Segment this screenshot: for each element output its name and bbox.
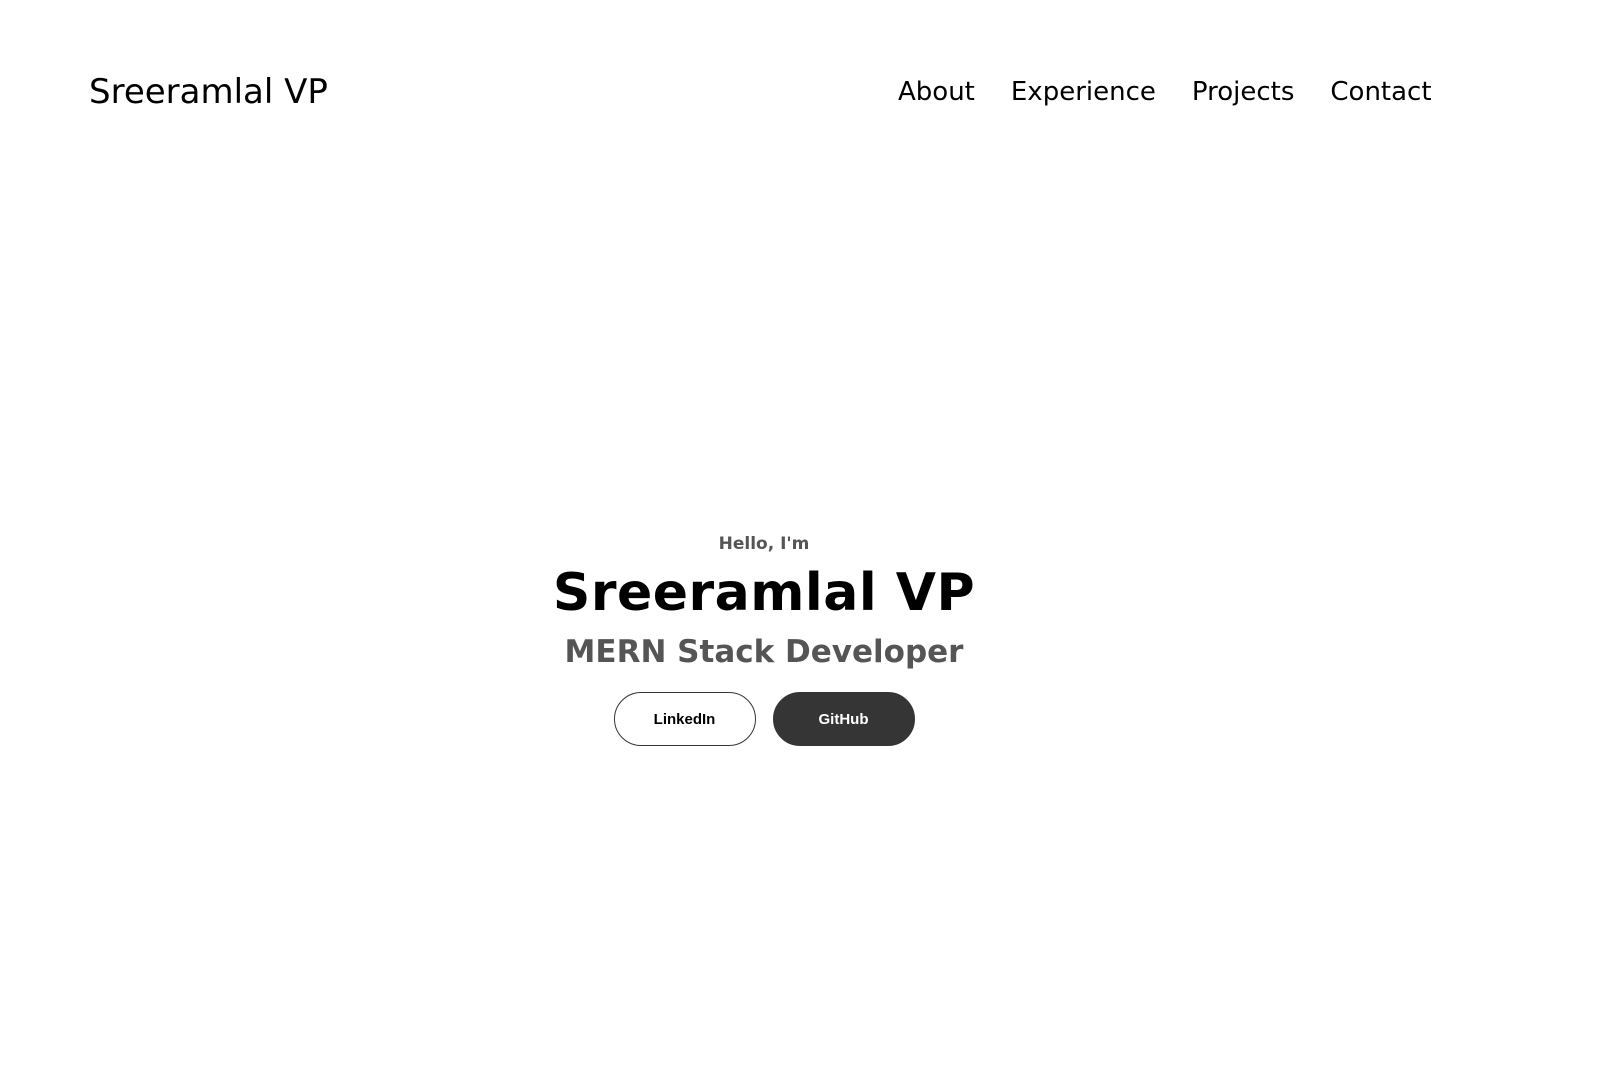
linkedin-button[interactable]: LinkedIn xyxy=(613,692,756,746)
github-button[interactable]: GitHub xyxy=(772,692,915,746)
hero-title: MERN Stack Developer xyxy=(564,634,964,670)
nav-link-contact[interactable]: Contact xyxy=(1330,74,1431,110)
nav-link-about[interactable]: About xyxy=(898,74,975,110)
nav-link-projects[interactable]: Projects xyxy=(1192,74,1295,110)
hero-section: Hello, I'm Sreeramlal VP MERN Stack Deve… xyxy=(0,520,1528,746)
site-logo[interactable]: Sreeramlal VP xyxy=(89,70,328,114)
top-navigation: Sreeramlal VP About Experience Projects … xyxy=(0,0,1616,190)
hero-name: Sreeramlal VP xyxy=(552,563,976,623)
hero-greeting: Hello, I'm xyxy=(718,534,810,554)
nav-links: About Experience Projects Contact xyxy=(898,74,1432,110)
hero-buttons: LinkedIn GitHub xyxy=(613,692,915,746)
nav-link-experience[interactable]: Experience xyxy=(1011,74,1156,110)
page: Sreeramlal VP About Experience Projects … xyxy=(0,0,1616,1080)
